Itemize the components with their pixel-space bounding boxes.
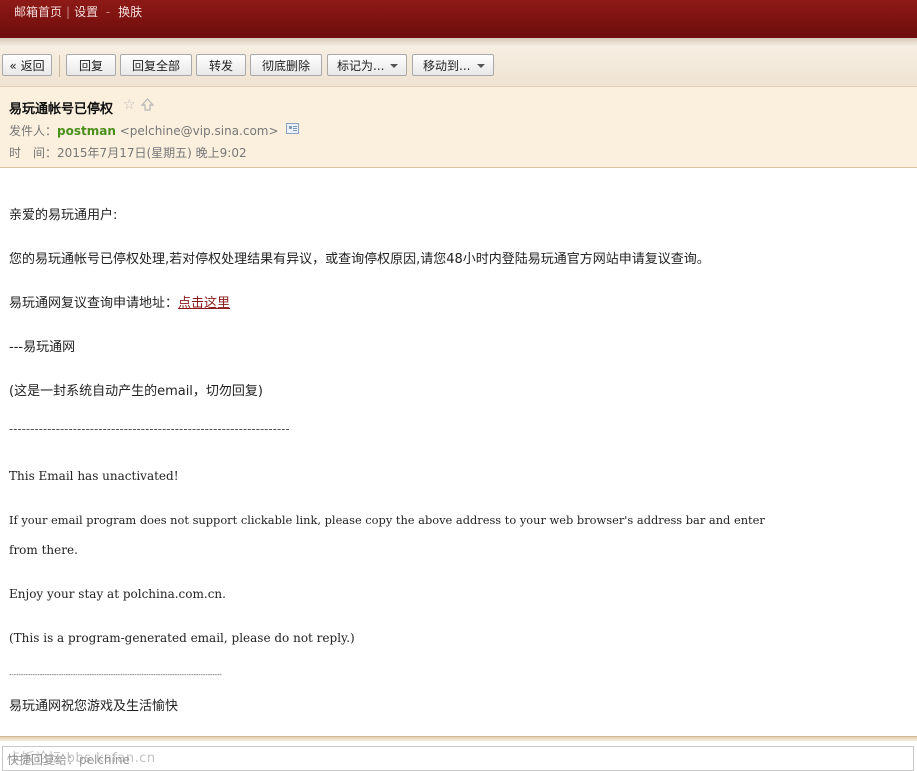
sender-email: <pelchine@vip.sina.com> bbox=[119, 124, 279, 138]
watermark-text: 卡饭论坛 bbs.kafan.cn bbox=[8, 751, 156, 766]
reply-button[interactable]: 回复 bbox=[66, 54, 116, 76]
closing-text: 易玩通网祝您游戏及生活愉快 bbox=[9, 699, 179, 714]
signature-text: ---易玩通网 bbox=[9, 340, 76, 355]
appeal-line: 易玩通网复议查询申请地址：点击这里 bbox=[9, 292, 230, 311]
top-nav-shadow bbox=[0, 38, 917, 46]
contact-card-icon[interactable] bbox=[286, 123, 299, 134]
mark-as-dropdown[interactable]: 标记为... bbox=[327, 54, 407, 76]
time-row: 时 间：2015年7月17日(星期五) 晚上9:02 bbox=[9, 144, 247, 161]
move-to-label: 移动到... bbox=[423, 59, 471, 73]
click-here-link[interactable]: 点击这里 bbox=[178, 296, 230, 311]
auto-note-text: (这是一封系统自动产生的email，切勿回复) bbox=[9, 384, 263, 399]
mail-toolbar: « 返回 回复 回复全部 转发 彻底删除 标记为... 移动到... bbox=[0, 46, 917, 87]
chevron-down-icon bbox=[390, 64, 398, 68]
body-paragraph: 您的易玩通帐号已停权处理,若对停权处理结果有异议，或查询停权原因,请您48小时内… bbox=[9, 252, 710, 267]
forward-button[interactable]: 转发 bbox=[196, 54, 246, 76]
separator-line-2: ----------------------------------------… bbox=[9, 671, 222, 679]
arrow-up-icon[interactable] bbox=[141, 98, 154, 111]
english-line-3: Enjoy your stay at polchina.com.cn. bbox=[9, 587, 226, 601]
time-label: 时 间： bbox=[9, 146, 58, 160]
chevron-down-icon bbox=[477, 64, 485, 68]
move-to-dropdown[interactable]: 移动到... bbox=[412, 54, 494, 76]
reply-all-button[interactable]: 回复全部 bbox=[120, 54, 192, 76]
appeal-label: 易玩通网复议查询申请地址： bbox=[9, 296, 179, 311]
english-line-1: This Email has unactivated! bbox=[9, 469, 179, 483]
mail-body: 亲爱的易玩通用户: 您的易玩通帐号已停权处理,若对停权处理结果有异议，或查询停权… bbox=[0, 168, 917, 733]
top-nav-links: 邮箱首页 | 设置 - 换肤 bbox=[14, 3, 142, 20]
mark-as-label: 标记为... bbox=[337, 59, 385, 73]
time-value: 2015年7月17日(星期五) 晚上9:02 bbox=[57, 146, 247, 160]
top-nav-bar: 邮箱首页 | 设置 - 换肤 bbox=[0, 0, 917, 38]
mail-header: 易玩通帐号已停权 ☆ 发件人：postman <pelchine@vip.sin… bbox=[0, 87, 917, 168]
footer-separator bbox=[0, 736, 917, 741]
mailbox-home-link[interactable]: 邮箱首页 bbox=[14, 5, 62, 19]
greeting-text: 亲爱的易玩通用户: bbox=[9, 208, 118, 223]
sender-name[interactable]: postman bbox=[57, 124, 116, 138]
english-line-4: (This is a program-generated email, plea… bbox=[9, 631, 355, 645]
toolbar-divider bbox=[59, 55, 60, 77]
settings-link[interactable]: 设置 bbox=[74, 5, 98, 19]
sender-row: 发件人：postman <pelchine@vip.sina.com> bbox=[9, 122, 279, 139]
from-label: 发件人： bbox=[9, 124, 58, 138]
separator-line: ----------------------------------------… bbox=[9, 422, 290, 436]
nav-dash: - bbox=[105, 5, 111, 19]
star-icon[interactable]: ☆ bbox=[123, 97, 136, 113]
english-line-2b: from there. bbox=[9, 543, 78, 557]
mail-subject: 易玩通帐号已停权 bbox=[9, 102, 114, 117]
back-button[interactable]: « 返回 bbox=[2, 54, 52, 76]
english-line-2a: If your email program does not support c… bbox=[9, 513, 765, 527]
change-skin-link[interactable]: 换肤 bbox=[118, 5, 142, 19]
nav-separator: | bbox=[66, 5, 71, 19]
delete-permanently-button[interactable]: 彻底删除 bbox=[250, 54, 322, 76]
